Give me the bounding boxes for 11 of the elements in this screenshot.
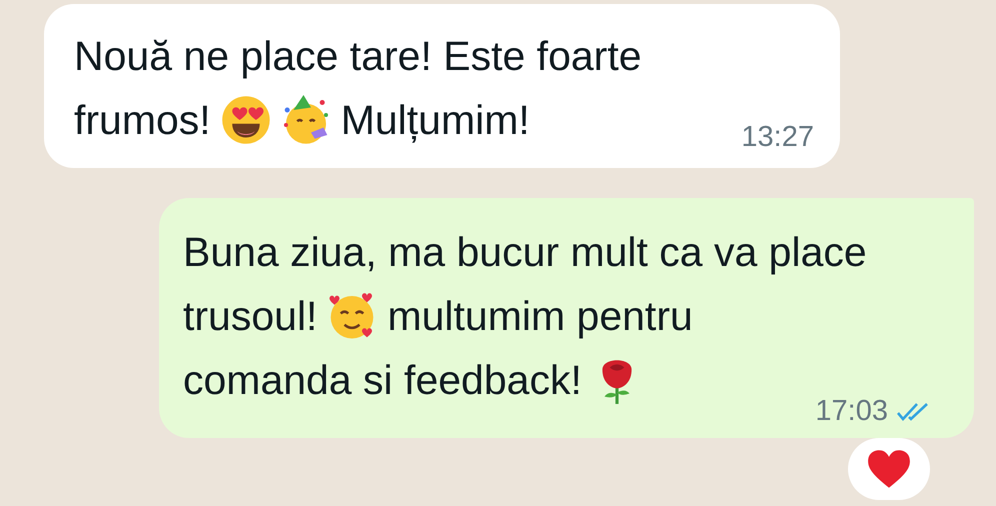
message-text: Buna ziua, ma bucur mult ca va place xyxy=(183,228,867,276)
heart-icon xyxy=(867,449,911,489)
message-time: 17:03 xyxy=(815,395,888,428)
message-text: multumim pentru xyxy=(387,292,693,340)
message-time: 13:27 xyxy=(741,121,814,154)
message-text: Mulțumim! xyxy=(340,96,530,144)
message-text: trusoul! xyxy=(183,292,318,340)
message-text: frumos! xyxy=(74,96,211,144)
message-text: Nouă ne place tare! Este foarte xyxy=(74,32,642,80)
heart-eyes-emoji-icon xyxy=(220,95,271,145)
message-text: comanda si feedback! xyxy=(183,356,582,404)
